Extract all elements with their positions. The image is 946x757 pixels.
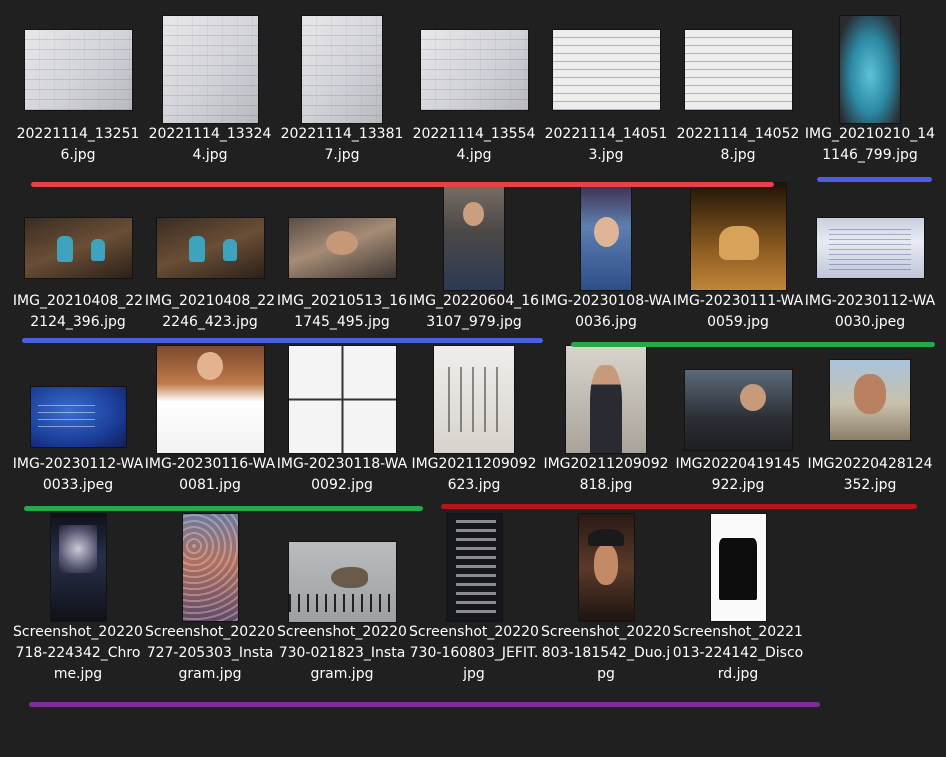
group-underline-darkred — [441, 504, 917, 509]
file-name: 20221114_133244.jpg — [148, 126, 272, 163]
image-thumbnail-phone-screenshot — [446, 514, 502, 621]
file-name: Screenshot_20220730-160803_JEFIT.jpg — [409, 624, 539, 682]
group-underline-green — [24, 506, 423, 511]
file-tile[interactable]: Screenshot_20220730-021823_Instagram.jpg — [276, 508, 408, 683]
file-tile[interactable]: Screenshot_20220730-160803_JEFIT.jpg — [408, 508, 540, 683]
image-thumbnail-figurine — [840, 16, 900, 123]
file-tile[interactable]: IMG_20210408_222124_396.jpg — [12, 177, 144, 352]
image-thumbnail-phone-screenshot — [50, 514, 106, 621]
file-name: IMG20211209092818.jpg — [543, 456, 669, 493]
file-name: IMG-20230118-WA0092.jpg — [276, 456, 408, 493]
file-name: Screenshot_20220730-021823_Instagram.jpg — [277, 624, 407, 682]
image-thumbnail-whiteboard — [302, 16, 382, 123]
image-thumbnail-portrait — [566, 346, 646, 453]
file-tile[interactable]: IMG_20210210_141146_799.jpg — [804, 10, 936, 185]
file-name: IMG20220419145922.jpg — [675, 456, 801, 493]
file-tile[interactable]: Screenshot_20220727-205303_Instagram.jpg — [144, 508, 276, 683]
image-thumbnail-video-post — [156, 346, 264, 453]
image-thumbnail-sketch — [434, 346, 514, 453]
image-thumbnail-selfie — [288, 217, 396, 278]
file-tile[interactable]: IMG-20230116-WA0081.jpg — [144, 340, 276, 515]
image-thumbnail-phone-screenshot — [182, 514, 238, 621]
file-tile[interactable]: Screenshot_20220803-181542_Duo.jpg — [540, 508, 672, 683]
image-thumbnail-mirror-selfie — [444, 183, 504, 290]
image-thumbnail-screen — [816, 217, 924, 278]
file-tile[interactable]: IMG-20230118-WA0092.jpg — [276, 340, 408, 515]
image-thumbnail-graduation — [581, 183, 631, 290]
file-name: IMG_20220604_163107_979.jpg — [408, 293, 540, 330]
file-tile[interactable]: IMG_20210513_161745_495.jpg — [276, 177, 408, 352]
file-name: IMG20220428124352.jpg — [807, 456, 933, 493]
file-tile[interactable]: IMG-20230112-WA0030.jpeg — [804, 177, 936, 352]
image-thumbnail-whiteboard — [24, 29, 132, 110]
image-thumbnail-cat — [690, 183, 786, 290]
file-tile[interactable]: IMG20211209092623.jpg — [408, 340, 540, 515]
file-tile[interactable]: IMG-20230112-WA0033.jpeg — [12, 340, 144, 515]
file-name: IMG-20230108-WA0036.jpg — [540, 293, 672, 330]
file-name: IMG20211209092623.jpg — [411, 456, 537, 493]
file-name: IMG-20230112-WA0030.jpeg — [804, 293, 936, 330]
file-tile[interactable]: 20221114_140513.jpg — [540, 10, 672, 185]
image-thumbnail-phone-screenshot — [578, 514, 634, 621]
image-thumbnail-squirrel — [288, 541, 396, 622]
file-tile[interactable]: 20221114_132516.jpg — [12, 10, 144, 185]
file-tile[interactable]: Screenshot_20220718-224342_Chrome.jpg — [12, 508, 144, 683]
file-tile[interactable]: IMG_20210408_222246_423.jpg — [144, 177, 276, 352]
file-tile[interactable]: IMG_20220604_163107_979.jpg — [408, 177, 540, 352]
group-underline-blue — [22, 338, 543, 343]
file-tile[interactable]: IMG20211209092818.jpg — [540, 340, 672, 515]
file-name: 20221114_132516.jpg — [16, 126, 140, 163]
file-tile[interactable]: IMG-20230111-WA0059.jpg — [672, 177, 804, 352]
file-name: IMG_20210408_222246_423.jpg — [144, 293, 276, 330]
image-thumbnail-figurines — [24, 217, 132, 278]
file-name: 20221114_135544.jpg — [412, 126, 536, 163]
image-thumbnail-notes — [684, 29, 792, 110]
file-name: IMG-20230112-WA0033.jpeg — [12, 456, 144, 493]
file-name: IMG-20230111-WA0059.jpg — [672, 293, 804, 330]
file-tile[interactable]: IMG20220419145922.jpg — [672, 340, 804, 515]
file-tile[interactable]: Screenshot_20221013-224142_Discord.jpg — [672, 508, 804, 683]
image-thumbnail-comic — [288, 346, 396, 453]
file-tile[interactable]: 20221114_140528.jpg — [672, 10, 804, 185]
image-thumbnail-portrait — [830, 359, 910, 440]
file-name: Screenshot_20221013-224142_Discord.jpg — [672, 624, 804, 682]
file-tile[interactable]: 20221114_135544.jpg — [408, 10, 540, 185]
file-name: 20221114_133817.jpg — [280, 126, 404, 163]
file-name: IMG-20230116-WA0081.jpg — [144, 456, 276, 493]
image-thumbnail-whiteboard — [162, 16, 258, 123]
file-name: 20221114_140513.jpg — [544, 126, 668, 163]
file-name: Screenshot_20220727-205303_Instagram.jpg — [145, 624, 275, 682]
group-underline-green — [571, 342, 935, 347]
file-name: Screenshot_20220803-181542_Duo.jpg — [541, 624, 671, 682]
image-thumbnail-figurines — [156, 217, 264, 278]
image-thumbnail-phone-screenshot — [710, 514, 766, 621]
group-underline-red — [31, 182, 774, 187]
image-thumbnail-car — [684, 369, 792, 450]
file-name: IMG_20210210_141146_799.jpg — [804, 126, 936, 163]
file-tile[interactable]: 20221114_133817.jpg — [276, 10, 408, 185]
image-thumbnail-notes — [552, 29, 660, 110]
group-underline-purple — [29, 702, 820, 707]
file-name: Screenshot_20220718-224342_Chrome.jpg — [13, 624, 143, 682]
image-thumbnail-whiteboard — [420, 29, 528, 110]
file-grid: 20221114_132516.jpg 20221114_133244.jpg … — [0, 0, 946, 757]
file-name: IMG_20210408_222124_396.jpg — [12, 293, 144, 330]
file-tile[interactable]: IMG20220428124352.jpg — [804, 340, 936, 515]
file-tile[interactable]: 20221114_133244.jpg — [144, 10, 276, 185]
group-underline-blue — [817, 177, 932, 182]
file-name: 20221114_140528.jpg — [676, 126, 800, 163]
image-thumbnail-screen-blue — [30, 386, 126, 447]
file-name: IMG_20210513_161745_495.jpg — [276, 293, 408, 330]
file-tile[interactable]: IMG-20230108-WA0036.jpg — [540, 177, 672, 352]
